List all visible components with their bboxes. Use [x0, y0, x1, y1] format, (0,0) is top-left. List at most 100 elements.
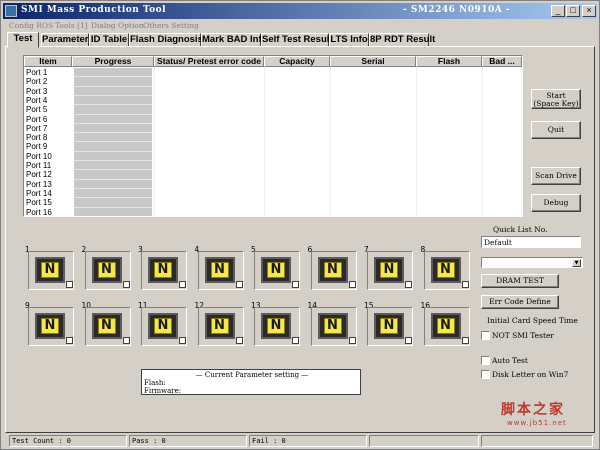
err-code-define-button[interactable]: Err Code Define	[481, 295, 559, 309]
scan-drive-button[interactable]: Scan Drive	[531, 167, 581, 185]
monitor-icon: N	[317, 257, 348, 283]
col-capacity[interactable]: Capacity	[264, 56, 330, 67]
port-select-checkbox[interactable]	[461, 337, 469, 344]
progress-bar	[74, 161, 152, 171]
table-row[interactable]: Port 7	[24, 123, 522, 134]
port-tile[interactable]: 6N	[308, 245, 358, 291]
monitor-icon: N	[374, 313, 404, 339]
dram-test-button[interactable]: DRAM TEST	[481, 274, 559, 288]
monitor-icon: N	[374, 257, 404, 283]
table-row[interactable]: Port 3	[24, 86, 522, 96]
table-row[interactable]: Port 8	[24, 133, 522, 143]
col-progress[interactable]: Progress	[72, 56, 154, 67]
table-row[interactable]: Port 11	[24, 161, 522, 171]
progress-bar	[74, 151, 152, 162]
port-select-checkbox[interactable]	[179, 337, 186, 344]
port-tile[interactable]: 16 N	[421, 301, 471, 347]
table-row[interactable]: Port 16	[24, 207, 522, 216]
port-label: Port 1	[26, 68, 48, 77]
tab-parameter[interactable]: Parameter	[41, 33, 89, 47]
port-select-checkbox[interactable]	[235, 281, 243, 288]
table-row[interactable]: Port 10	[24, 151, 522, 162]
tab-mark-bad-info[interactable]: Mark BAD Info	[201, 33, 267, 47]
port-tile[interactable]: 1N	[25, 245, 75, 291]
col-bad[interactable]: Bad ...	[482, 56, 522, 67]
port-select-checkbox[interactable]	[348, 281, 356, 288]
current-parameter-panel: — Current Parameter setting — Flash: Fir…	[141, 369, 361, 395]
menu-config-ros[interactable]: Config ROS	[9, 21, 53, 30]
not-smi-tester-checkbox[interactable]	[481, 331, 490, 340]
port-label: Port 8	[26, 133, 48, 143]
port-select-checkbox[interactable]	[179, 281, 186, 288]
tab-self-test-result[interactable]: Self Test Result	[261, 33, 333, 47]
col-item[interactable]: Item	[24, 56, 72, 67]
port-tile[interactable]: 9N	[25, 301, 75, 347]
port-select-checkbox[interactable]	[122, 281, 130, 288]
col-serial[interactable]: Serial	[330, 56, 416, 67]
col-status[interactable]: Status/ Pretest error code	[154, 56, 264, 67]
port-tile[interactable]: 5N	[251, 245, 301, 291]
chevron-down-icon[interactable]: ▼	[572, 259, 581, 267]
maximize-button[interactable]: □	[566, 5, 580, 17]
menu-tools[interactable]: Tools [1]	[55, 21, 88, 30]
menu-others-setting[interactable]: Others Setting	[143, 21, 199, 30]
quit-button[interactable]: Quit	[531, 121, 581, 139]
setting-dropdown[interactable]: ▼	[481, 257, 583, 268]
port-select-checkbox[interactable]	[461, 281, 469, 288]
port-label: Port 11	[26, 161, 52, 170]
monitor-icon: N	[430, 257, 461, 283]
minimize-button[interactable]: _	[551, 5, 565, 17]
quick-list-input[interactable]: Default	[481, 236, 581, 248]
tab-id-table[interactable]: ID Table	[89, 33, 129, 47]
table-row[interactable]: Port 2	[24, 77, 522, 87]
table-row[interactable]: Port 9	[24, 142, 522, 152]
port-tile[interactable]: 10 N	[82, 301, 132, 347]
close-button[interactable]: ×	[582, 5, 596, 17]
port-select-checkbox[interactable]	[122, 337, 130, 344]
port-select-checkbox[interactable]	[292, 281, 299, 288]
tab-lts-info[interactable]: LTS Info	[329, 33, 369, 47]
port-select-checkbox[interactable]	[66, 281, 73, 288]
port-select-checkbox[interactable]	[405, 281, 412, 288]
auto-test-checkbox[interactable]	[481, 356, 490, 365]
port-state: N	[380, 262, 398, 278]
tab-8p-rdt-result[interactable]: 8P RDT Result	[369, 33, 435, 47]
port-select-checkbox[interactable]	[66, 337, 73, 344]
port-select-checkbox[interactable]	[292, 337, 299, 344]
menu-dialog-option[interactable]: Dialog Option	[91, 21, 144, 30]
debug-button[interactable]: Debug	[531, 194, 581, 212]
table-row[interactable]: Port 12	[24, 170, 522, 180]
col-flash[interactable]: Flash	[416, 56, 482, 67]
port-state: N	[210, 262, 229, 278]
table-row[interactable]: Port 6	[24, 114, 522, 124]
port-select-checkbox[interactable]	[348, 337, 356, 344]
table-row[interactable]: Port 1	[24, 68, 522, 78]
table-row[interactable]: Port 13	[24, 179, 522, 189]
port-label: Port 6	[26, 114, 48, 124]
port-tile[interactable]: 14 N	[308, 301, 358, 347]
window-subtitle: - SM2246 N0910A -	[403, 5, 511, 15]
fail-status: Fail : 0	[249, 435, 367, 447]
port-state: N	[323, 318, 342, 334]
port-tile[interactable]: 4N	[195, 245, 245, 291]
port-tile[interactable]: 2N	[82, 245, 132, 291]
start-button[interactable]: Start (Space Key)	[531, 89, 581, 109]
monitor-icon: N	[91, 313, 122, 339]
port-tile[interactable]: 13 N	[251, 301, 301, 347]
port-tile[interactable]: 3N	[138, 245, 188, 291]
port-select-checkbox[interactable]	[235, 337, 243, 344]
port-tile[interactable]: 12 N	[195, 301, 245, 347]
port-table: Item Progress Status/ Pretest error code…	[23, 55, 523, 217]
port-tile[interactable]: 7N	[364, 245, 414, 291]
port-tile[interactable]: 8N	[421, 245, 471, 291]
table-row[interactable]: Port 15	[24, 198, 522, 208]
table-row[interactable]: Port 4	[24, 95, 522, 106]
port-tile[interactable]: 15 N	[364, 301, 414, 347]
table-row[interactable]: Port 14	[24, 188, 522, 199]
table-row[interactable]: Port 5	[24, 105, 522, 115]
port-select-checkbox[interactable]	[405, 337, 412, 344]
port-tile[interactable]: 11 N	[138, 301, 188, 347]
disk-letter-checkbox[interactable]	[481, 370, 490, 379]
tab-flash-diagnosis[interactable]: Flash Diagnosis	[129, 33, 203, 47]
tab-test[interactable]: Test	[7, 32, 39, 48]
